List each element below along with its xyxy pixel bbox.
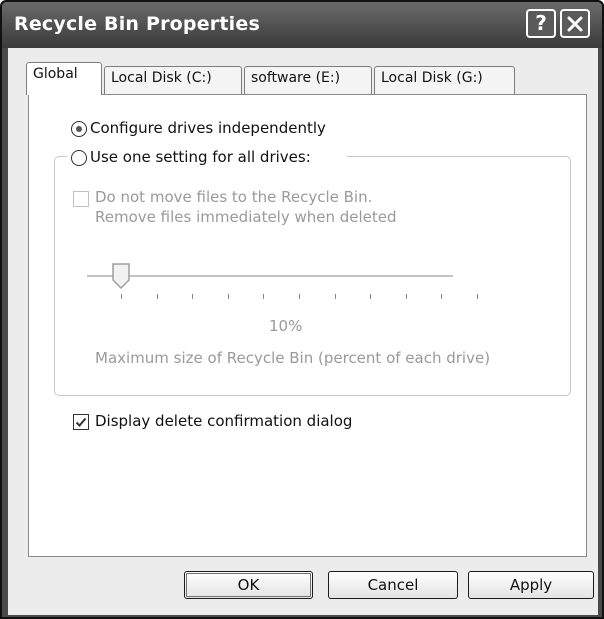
slider-tick bbox=[227, 294, 229, 299]
tab-strip: Global Local Disk (C:) software (E:) Loc… bbox=[8, 48, 598, 96]
slider-tick bbox=[263, 294, 265, 299]
slider-tick bbox=[299, 294, 300, 299]
cancel-button[interactable]: Cancel bbox=[328, 571, 458, 599]
slider-thumb[interactable] bbox=[111, 263, 131, 289]
global-tab-panel: Configure drives independently Use one s… bbox=[28, 94, 587, 557]
apply-button[interactable]: Apply bbox=[468, 571, 594, 599]
recycle-bin-size-slider-track[interactable] bbox=[87, 275, 453, 277]
dialog-body: Global Local Disk (C:) software (E:) Loc… bbox=[8, 48, 598, 615]
do-not-move-checkbox[interactable] bbox=[73, 191, 89, 207]
display-confirmation-label: Display delete confirmation dialog bbox=[95, 412, 353, 430]
close-icon bbox=[567, 16, 583, 32]
display-confirmation-checkbox[interactable] bbox=[73, 414, 89, 430]
slider-tick bbox=[334, 294, 336, 299]
use-one-setting-radio[interactable] bbox=[71, 150, 87, 166]
slider-tick bbox=[121, 294, 122, 299]
checkmark-icon bbox=[75, 417, 87, 427]
slider-caption: Maximum size of Recycle Bin (percent of … bbox=[95, 349, 491, 367]
tab-local-disk-c[interactable]: Local Disk (C:) bbox=[104, 66, 242, 94]
close-button[interactable] bbox=[560, 9, 590, 38]
slider-value-label: 10% bbox=[269, 317, 303, 335]
help-icon: ? bbox=[535, 11, 547, 35]
slider-tick bbox=[192, 294, 194, 299]
slider-tick bbox=[405, 294, 407, 299]
slider-tick bbox=[156, 294, 158, 299]
configure-independently-label: Configure drives independently bbox=[90, 119, 326, 137]
window-title: Recycle Bin Properties bbox=[14, 13, 260, 35]
slider-tick bbox=[370, 294, 372, 299]
configure-independently-radio[interactable] bbox=[71, 121, 87, 137]
title-bar[interactable]: Recycle Bin Properties ? bbox=[2, 2, 602, 48]
slider-tick bbox=[441, 294, 443, 299]
use-one-setting-label: Use one setting for all drives: bbox=[90, 148, 311, 166]
help-button[interactable]: ? bbox=[526, 9, 556, 38]
recycle-bin-properties-window: Recycle Bin Properties ? Global Local Di… bbox=[0, 0, 604, 619]
radio-selected-dot bbox=[76, 126, 82, 132]
tab-global[interactable]: Global bbox=[26, 62, 102, 95]
do-not-move-label-line2: Remove files immediately when deleted bbox=[95, 208, 397, 226]
tab-software-e[interactable]: software (E:) bbox=[244, 66, 372, 94]
tab-local-disk-g[interactable]: Local Disk (G:) bbox=[374, 66, 515, 94]
ok-button[interactable]: OK bbox=[184, 571, 313, 599]
do-not-move-label-line1: Do not move files to the Recycle Bin. bbox=[95, 188, 373, 206]
slider-tick bbox=[477, 294, 478, 299]
